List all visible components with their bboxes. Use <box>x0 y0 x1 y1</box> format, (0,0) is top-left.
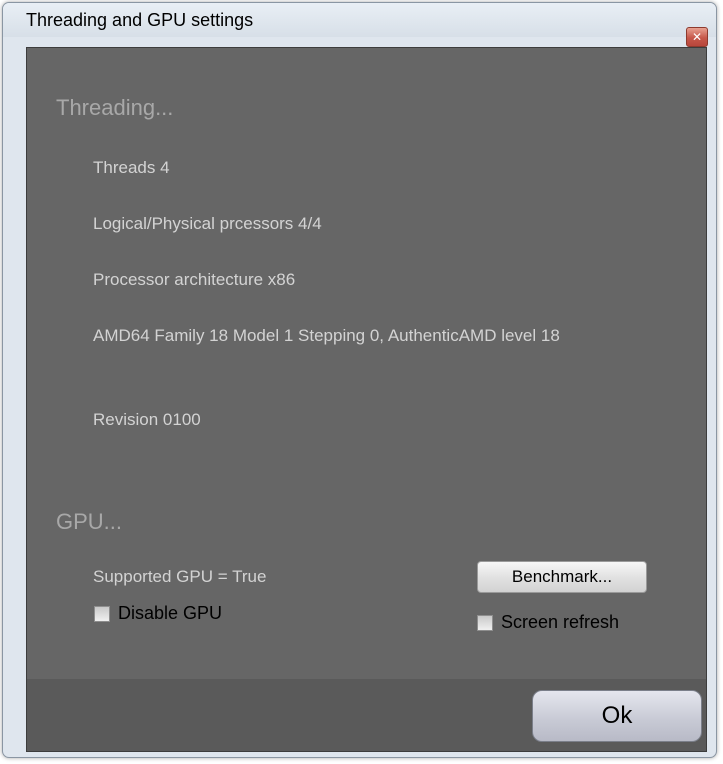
dialog-footer: Ok <box>27 679 706 751</box>
screen-refresh-checkbox[interactable] <box>477 614 493 631</box>
processor-revision: Revision 0100 <box>93 410 201 429</box>
benchmark-button-label: Benchmark... <box>511 567 613 586</box>
ok-button[interactable]: Ok <box>532 690 702 742</box>
processor-identifier: AMD64 Family 18 Model 1 Stepping 0, Auth… <box>93 326 560 345</box>
processor-architecture: Processor architecture x86 <box>93 270 296 289</box>
threading-heading: Threading... <box>56 95 174 120</box>
dialog-window: Threading and GPU settings ✕ Threading..… <box>2 2 717 758</box>
disable-gpu-checkbox[interactable] <box>94 605 110 622</box>
disable-gpu-option[interactable]: Disable GPU <box>94 603 222 624</box>
benchmark-button[interactable]: Benchmark... <box>477 561 647 593</box>
supported-gpu-status: Supported GPU = True <box>93 567 267 586</box>
title-bar[interactable]: Threading and GPU settings ✕ <box>3 3 716 47</box>
threads-count: Threads 4 <box>93 158 170 177</box>
gpu-heading: GPU... <box>56 509 123 534</box>
close-icon: ✕ <box>691 30 703 44</box>
logical-physical-processors: Logical/Physical prcessors 4/4 <box>93 214 322 233</box>
ok-button-label: Ok <box>601 702 633 729</box>
disable-gpu-label: Disable GPU <box>118 603 223 623</box>
close-button[interactable]: ✕ <box>686 27 708 47</box>
window-title: Threading and GPU settings <box>26 10 254 30</box>
screen-refresh-option[interactable]: Screen refresh <box>477 612 619 633</box>
screen-refresh-label: Screen refresh <box>501 612 620 632</box>
settings-panel: Threading... Threads 4 Logical/Physical … <box>26 47 707 752</box>
